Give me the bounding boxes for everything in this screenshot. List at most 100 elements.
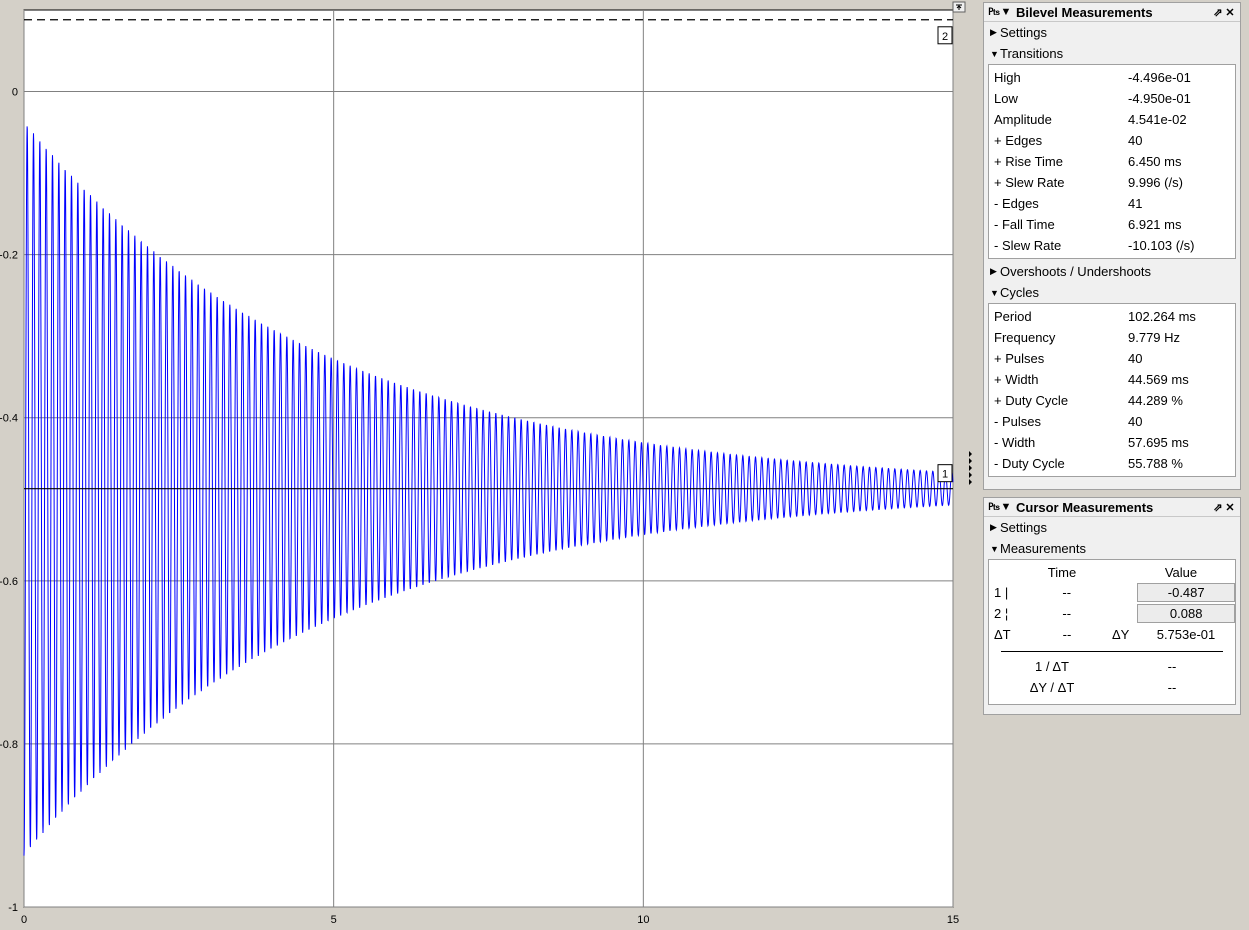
row-value: 9.779 Hz — [1128, 330, 1181, 345]
y-tick-label: -0.6 — [0, 576, 18, 588]
row-label: High — [994, 70, 1021, 85]
row-label: + Slew Rate — [994, 175, 1065, 190]
row-value: -4.950e-01 — [1128, 91, 1191, 106]
y-tick-label: -0.8 — [0, 739, 18, 751]
row-value: 9.996 (/s) — [1128, 175, 1183, 190]
triangle-right-icon: ▶ — [990, 266, 997, 276]
cursor-table-header: Time Value — [989, 562, 1235, 582]
row-label: + Rise Time — [994, 154, 1063, 169]
row-value: 40 — [1128, 133, 1143, 148]
row-value: 44.289 % — [1128, 393, 1183, 408]
transition-row: Low -4.950e-01 — [989, 88, 1235, 109]
bilevel-measurements-panel: ₧ ▼ Bilevel Measurements ⇗ ✕ ▶ Settings … — [983, 2, 1241, 490]
row-label: - Duty Cycle — [994, 456, 1065, 471]
cycle-row: - Duty Cycle 55.788 % — [989, 453, 1235, 474]
cursor2-row: 2 ¦ -- 0.088 — [989, 603, 1235, 624]
delta-t-label: ΔT — [994, 627, 1011, 642]
row-value: 55.788 % — [1128, 456, 1183, 471]
row-label: Amplitude — [994, 112, 1052, 127]
row-value: 4.541e-02 — [1128, 112, 1187, 127]
row-label: Frequency — [994, 330, 1056, 345]
y-tick-label: -0.2 — [0, 250, 18, 262]
row-label: Period — [994, 309, 1032, 324]
transition-row: - Fall Time 6.921 ms — [989, 214, 1235, 235]
close-icon[interactable]: ✕ — [1224, 6, 1236, 19]
cursor2-label: 2 ¦ — [994, 606, 1009, 621]
cycles-toggle[interactable]: ▼ Cycles — [984, 282, 1240, 303]
cycle-row: + Width 44.569 ms — [989, 369, 1235, 390]
inverse-dt-row: 1 / ΔT -- — [989, 656, 1235, 677]
transitions-label: Transitions — [1000, 46, 1064, 61]
row-value: 41 — [1128, 196, 1143, 211]
scope-plot[interactable]: 0-0.2-0.4-0.6-0.8-10 5 10 15 12 — [0, 0, 982, 930]
close-icon[interactable]: ✕ — [1224, 501, 1236, 514]
cursor-1-label: 1 — [942, 469, 948, 481]
pin-icon[interactable]: ₧ — [988, 501, 1000, 513]
cursor2-time: -- — [1062, 606, 1072, 621]
delta-row: ΔT -- ΔY 5.753e-01 — [989, 624, 1235, 645]
transition-row: High -4.496e-01 — [989, 67, 1235, 88]
row-label: - Pulses — [994, 414, 1041, 429]
bilevel-settings-label: Settings — [1000, 25, 1047, 40]
cursor-settings-toggle[interactable]: ▶ Settings — [984, 517, 1240, 538]
time-header: Time — [1047, 564, 1077, 580]
cursor1-time: -- — [1062, 585, 1072, 600]
row-label: - Width — [994, 435, 1036, 450]
overshoots-label: Overshoots / Undershoots — [1000, 264, 1152, 279]
row-label: Low — [994, 91, 1018, 106]
cursor-header: ₧ ▼ Cursor Measurements ⇗ ✕ — [984, 498, 1240, 517]
row-value: 57.695 ms — [1128, 435, 1189, 450]
triangle-down-icon[interactable]: ▼ — [1000, 6, 1012, 18]
pin-icon[interactable]: ₧ — [988, 6, 1000, 18]
triangle-down-icon: ▼ — [990, 287, 999, 298]
measurements-label: Measurements — [1000, 541, 1086, 556]
row-label: + Width — [994, 372, 1039, 387]
cursor-measurements-panel: ₧ ▼ Cursor Measurements ⇗ ✕ ▶ Settings ▼… — [983, 497, 1241, 715]
transitions-toggle[interactable]: ▼ Transitions — [984, 43, 1240, 64]
cursor-title: Cursor Measurements — [1016, 499, 1154, 515]
overshoots-toggle[interactable]: ▶ Overshoots / Undershoots — [984, 261, 1240, 282]
undock-icon[interactable]: ⇗ — [1212, 6, 1224, 19]
cycle-row: Frequency 9.779 Hz — [989, 327, 1235, 348]
row-label: - Edges — [994, 196, 1039, 211]
cursor2-value-field[interactable]: 0.088 — [1137, 604, 1235, 623]
cursor-2-label: 2 — [942, 31, 948, 43]
transition-row: + Edges 40 — [989, 130, 1235, 151]
value-header: Value — [1164, 564, 1198, 580]
plot-corner-button[interactable] — [952, 1, 966, 13]
transition-row: - Edges 41 — [989, 193, 1235, 214]
cursor-arrow-markers — [969, 451, 972, 485]
delta-t-value: -- — [1062, 627, 1072, 642]
dy-dt-row: ΔY / ΔT -- — [989, 677, 1235, 698]
cycle-row: + Duty Cycle 44.289 % — [989, 390, 1235, 411]
triangle-right-icon: ▶ — [990, 522, 997, 532]
x-tick-label: 15 — [947, 914, 959, 926]
row-value: -10.103 (/s) — [1128, 238, 1195, 253]
row-value: 40 — [1128, 351, 1143, 366]
measurements-toggle[interactable]: ▼ Measurements — [984, 538, 1240, 559]
cycle-row: + Pulses 40 — [989, 348, 1235, 369]
cycle-row: - Width 57.695 ms — [989, 432, 1235, 453]
separator — [1001, 651, 1223, 652]
delta-y-label: ΔY — [1112, 627, 1130, 642]
row-value: 6.921 ms — [1128, 217, 1182, 232]
inverse-dt-label: 1 / ΔT — [1035, 659, 1069, 674]
row-label: + Pulses — [994, 351, 1045, 366]
cycles-label: Cycles — [1000, 285, 1040, 300]
cursor-settings-label: Settings — [1000, 520, 1047, 535]
triangle-down-icon: ▼ — [990, 48, 999, 59]
delta-y-value: 5.753e-01 — [1156, 627, 1216, 642]
row-value: 6.450 ms — [1128, 154, 1182, 169]
cursor-table: Time Value 1 | -- -0.487 2 ¦ -- 0.088 ΔT… — [988, 559, 1236, 705]
triangle-down-icon[interactable]: ▼ — [1000, 501, 1012, 513]
bilevel-settings-toggle[interactable]: ▶ Settings — [984, 22, 1240, 43]
undock-icon[interactable]: ⇗ — [1212, 501, 1224, 514]
row-value: 102.264 ms — [1128, 309, 1196, 324]
cycle-row: - Pulses 40 — [989, 411, 1235, 432]
cycle-row: Period 102.264 ms — [989, 306, 1235, 327]
x-tick-label: 10 — [637, 914, 649, 926]
transition-row: - Slew Rate -10.103 (/s) — [989, 235, 1235, 256]
cursor1-value-field[interactable]: -0.487 — [1137, 583, 1235, 602]
dy-dt-label: ΔY / ΔT — [1029, 680, 1075, 695]
x-tick-label: 0 — [21, 914, 27, 926]
